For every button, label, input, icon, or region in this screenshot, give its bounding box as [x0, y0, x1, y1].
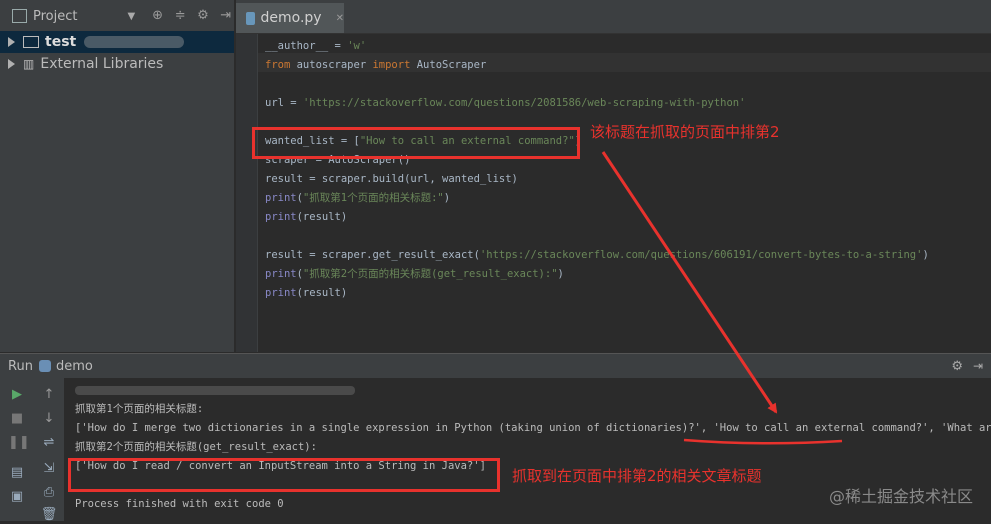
project-panel: Project ▼ ⊕ ≑ ⚙ ⇥ test ▥ External Librar… — [0, 0, 234, 352]
editor-tab-bar: demo.py ✕ — [236, 0, 991, 34]
python-icon — [38, 360, 51, 372]
watermark: @稀土掘金技术社区 — [828, 487, 973, 506]
collapse-icon[interactable]: ≑ — [172, 7, 189, 25]
console-line: Process finished with exit code 0 — [75, 498, 284, 510]
code-line[interactable]: print(result) — [265, 208, 347, 227]
gear-icon[interactable]: ⚙ — [195, 7, 212, 25]
code-token: 'https://stackoverflow.com/questions/208… — [302, 97, 746, 109]
scroll-to-end-icon[interactable]: ⇲ — [40, 460, 58, 478]
code-editor[interactable]: __author__ = 'w' from autoscraper import … — [258, 34, 991, 352]
code-token: "抓取第2个页面的相关标题(get_result_exact):" — [302, 268, 558, 280]
console-line: 抓取第2个页面的相关标题(get_result_exact): — [75, 441, 317, 453]
code-token: 'w' — [347, 40, 367, 52]
up-arrow-icon[interactable]: ↑ — [40, 386, 58, 404]
code-token: autoscraper — [296, 59, 373, 71]
rerun-icon[interactable]: ▶ — [8, 386, 26, 404]
project-panel-header: Project ▼ ⊕ ≑ ⚙ ⇥ — [0, 0, 234, 33]
tree-item-label: External Libraries — [40, 56, 164, 72]
code-line[interactable]: print("抓取第1个页面的相关标题:") — [265, 189, 450, 208]
code-token: "抓取第1个页面的相关标题:" — [302, 192, 444, 204]
trash-icon[interactable]: 🗑 — [40, 506, 58, 524]
hide-icon[interactable]: ⇥ — [973, 359, 983, 373]
library-icon: ▥ — [23, 57, 35, 71]
code-token: print — [265, 268, 297, 280]
console-line: 抓取第1个页面的相关标题: — [75, 403, 204, 415]
tree-item-label: test — [45, 34, 77, 50]
soft-wrap-icon[interactable]: ⇌ — [40, 434, 58, 452]
print-icon[interactable]: ⎙ — [40, 484, 58, 502]
run-toolbar-secondary: ↑ ↓ ⇌ ⇲ ⎙ 🗑 — [34, 378, 65, 524]
close-icon[interactable]: ✕ — [336, 13, 344, 24]
code-token: AutoScraper — [416, 59, 487, 71]
run-toolbar: ▶ ■ ❚❚ ▤ ▣ — [0, 378, 34, 521]
expand-icon[interactable] — [8, 37, 15, 47]
project-view-icon[interactable] — [12, 9, 27, 23]
code-line[interactable]: __author__ = 'w' — [265, 37, 366, 56]
hide-icon[interactable]: ⇥ — [217, 7, 234, 25]
down-arrow-icon[interactable]: ↓ — [40, 410, 58, 428]
annotation-note1: 该标题在抓取的页面中排第2 — [590, 123, 780, 141]
code-token: print — [265, 287, 297, 299]
run-panel-header: Run demo ⚙ ⇥ — [0, 353, 991, 378]
code-line[interactable]: result = scraper.build(url, wanted_list) — [265, 170, 518, 189]
target-icon[interactable]: ⊕ — [149, 7, 166, 25]
restore-layout-icon[interactable]: ▣ — [8, 488, 26, 506]
code-token: ) — [443, 192, 451, 204]
code-token: __author__ = — [265, 40, 348, 52]
run-config-label[interactable]: demo — [56, 359, 93, 374]
stop-icon[interactable]: ■ — [8, 410, 26, 428]
folder-icon — [23, 36, 39, 48]
code-token: import — [372, 59, 417, 71]
python-file-icon — [246, 11, 255, 25]
code-line[interactable]: url = 'https://stackoverflow.com/questio… — [265, 94, 745, 113]
tab-demo-py[interactable]: demo.py ✕ — [236, 3, 344, 33]
code-token: 'https://stackoverflow.com/questions/606… — [479, 249, 923, 261]
gear-icon[interactable]: ⚙ — [951, 359, 963, 374]
project-title[interactable]: Project — [33, 9, 77, 24]
blurred-command — [75, 386, 355, 395]
code-token: (result) — [296, 287, 348, 299]
pause-icon[interactable]: ❚❚ — [8, 434, 30, 452]
tab-label: demo.py — [260, 10, 322, 26]
dump-threads-icon[interactable]: ▤ — [8, 464, 26, 482]
code-token: (result) — [296, 211, 348, 223]
code-token: result = scraper.get_result_exact( — [265, 249, 480, 261]
highlight-wanted-list — [252, 127, 580, 159]
code-token: from — [265, 59, 297, 71]
run-title: Run — [8, 358, 33, 374]
tree-item-test[interactable]: test — [0, 31, 234, 53]
tree-item-external-libraries[interactable]: ▥ External Libraries — [0, 53, 234, 75]
code-token: print — [265, 211, 297, 223]
expand-icon[interactable] — [8, 59, 15, 69]
console-line: ['How do I merge two dictionaries in a s… — [75, 422, 991, 434]
code-line[interactable]: result = scraper.get_result_exact('https… — [265, 246, 929, 265]
code-line[interactable]: print(result) — [265, 284, 347, 303]
dropdown-chevron-icon[interactable]: ▼ — [127, 11, 135, 22]
code-token: url = — [265, 97, 303, 109]
editor-gutter — [236, 34, 258, 352]
code-token: print — [265, 192, 297, 204]
annotation-note2: 抓取到在页面中排第2的相关文章标题 — [512, 467, 762, 485]
blurred-path — [84, 36, 185, 48]
code-line[interactable]: from autoscraper import AutoScraper — [265, 56, 486, 75]
code-token: ) — [922, 249, 929, 261]
code-line[interactable]: print("抓取第2个页面的相关标题(get_result_exact):") — [265, 265, 564, 284]
code-token: ) — [557, 268, 564, 280]
code-token: result = scraper.build(url, wanted_list) — [265, 173, 518, 185]
highlight-result — [68, 458, 500, 492]
